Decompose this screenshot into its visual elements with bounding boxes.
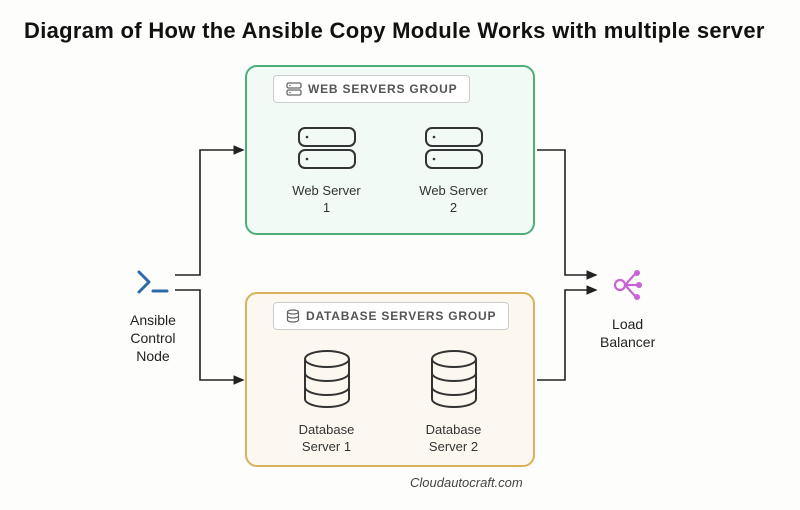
web-server-2: Web Server2 xyxy=(419,119,487,217)
db-server-2-label: DatabaseServer 2 xyxy=(425,422,483,456)
control-node-label: AnsibleControlNode xyxy=(130,311,176,366)
database-icon xyxy=(425,349,483,413)
load-balancer-icon xyxy=(610,268,646,302)
database-icon xyxy=(298,349,356,413)
db-group-header: DATABASE SERVERS GROUP xyxy=(273,302,509,330)
arrow-web-to-lb xyxy=(537,150,596,275)
database-mini-icon xyxy=(286,309,300,323)
web-group-header: WEB SERVERS GROUP xyxy=(273,75,470,103)
server-stack-icon xyxy=(286,82,302,96)
arrow-db-to-lb xyxy=(537,290,596,380)
attribution-text: Cloudautocraft.com xyxy=(410,475,523,490)
db-server-1-label: DatabaseServer 1 xyxy=(298,422,356,456)
diagram-title: Diagram of How the Ansible Copy Module W… xyxy=(24,18,765,44)
load-balancer-label: LoadBalancer xyxy=(600,315,655,351)
web-server-1-label: Web Server1 xyxy=(292,183,360,217)
web-group-header-text: WEB SERVERS GROUP xyxy=(308,82,457,96)
arrow-control-to-web xyxy=(175,150,243,275)
arrow-control-to-db xyxy=(175,290,243,380)
terminal-prompt-icon xyxy=(135,268,171,296)
db-server-2: DatabaseServer 2 xyxy=(425,346,483,456)
load-balancer-node: LoadBalancer xyxy=(600,268,655,351)
web-server-2-label: Web Server2 xyxy=(419,183,487,217)
server-icon xyxy=(422,124,486,172)
db-server-1: DatabaseServer 1 xyxy=(298,346,356,456)
ansible-control-node: AnsibleControlNode xyxy=(130,268,176,366)
db-group-header-text: DATABASE SERVERS GROUP xyxy=(306,309,496,323)
web-server-1: Web Server1 xyxy=(292,119,360,217)
database-servers-group: DATABASE SERVERS GROUP DatabaseServer 1 xyxy=(245,292,535,467)
server-icon xyxy=(295,124,359,172)
web-servers-group: WEB SERVERS GROUP Web Server1 xyxy=(245,65,535,235)
